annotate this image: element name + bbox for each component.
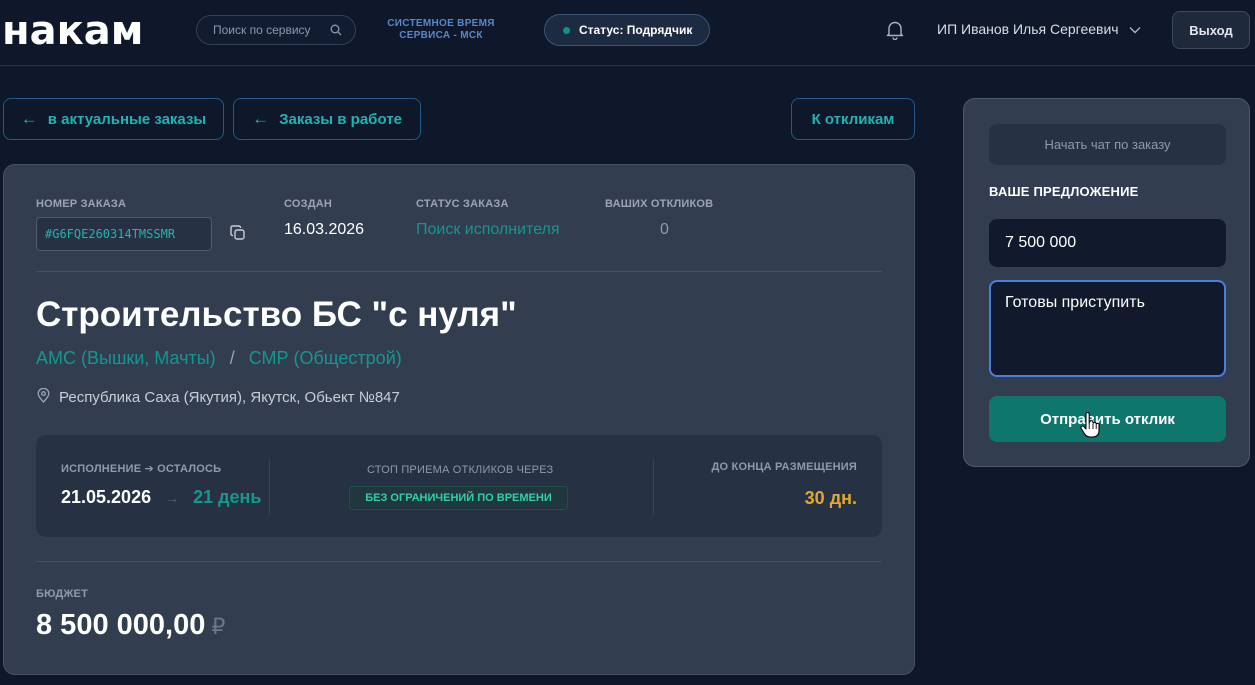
copy-icon[interactable] <box>230 225 246 241</box>
submit-response-button[interactable]: Отправить отклик <box>989 396 1226 442</box>
category-separator: / <box>229 348 235 368</box>
to-responses-button[interactable]: К откликам <box>791 98 915 140</box>
column-divider <box>269 459 270 515</box>
placement-label: ДО КОНЦА РАЗМЕЩЕНИЯ <box>711 461 857 473</box>
search-icon[interactable] <box>329 23 343 37</box>
remaining-days: 21 день <box>193 487 262 507</box>
arrow-left-icon: ← <box>252 109 270 128</box>
back-to-actual-orders-label: в актуальные заказы <box>47 110 207 128</box>
divider <box>36 561 882 562</box>
currency-sign: ₽ <box>211 614 226 639</box>
location-text: Республика Саха (Якутия), Якутск, Обьект… <box>59 389 400 406</box>
header: накам СИСТЕМНОЕ ВРЕМЯ СЕРВИСА - МСК Стат… <box>0 0 1255 66</box>
price-input[interactable] <box>989 219 1226 267</box>
start-chat-button[interactable]: Начать чат по заказу <box>989 124 1226 165</box>
orders-in-work-button[interactable]: ← Заказы в работе <box>233 98 421 140</box>
arrow-left-icon: ← <box>20 109 38 128</box>
budget-label: БЮДЖЕТ <box>36 588 89 600</box>
bell-icon[interactable] <box>884 19 906 41</box>
comment-textarea[interactable]: Готовы приступить <box>989 280 1226 377</box>
created-date: 16.03.2026 <box>284 221 365 238</box>
stop-badge: БЕЗ ОГРАНИЧЕНИЙ ПО ВРЕМЕНИ <box>349 486 568 510</box>
execution-label: ИСПОЛНЕНИЕ ➔ ОСТАЛОСЬ <box>61 463 222 475</box>
chevron-down-icon <box>1129 21 1141 37</box>
category-ams[interactable]: АМС (Вышки, Мачты) <box>36 348 216 369</box>
category-smr[interactable]: СМР (Общестрой) <box>249 348 402 369</box>
order-number-label: НОМЕР ЗАКАЗА <box>36 198 127 210</box>
offer-label: ВАШЕ ПРЕДЛОЖЕНИЕ <box>989 184 1139 199</box>
order-card: НОМЕР ЗАКАЗА #G6FQE260314TMSSMR СОЗДАН 1… <box>3 164 915 675</box>
arrow-right-icon: → <box>165 489 180 506</box>
system-time-line1: СИСТЕМНОЕ ВРЕМЯ <box>387 18 495 29</box>
back-to-actual-orders-button[interactable]: ← в актуальные заказы <box>3 98 224 140</box>
hand-cursor-icon <box>1080 411 1100 438</box>
status-pill[interactable]: Статус: Подрядчик <box>544 14 710 46</box>
order-number[interactable]: #G6FQE260314TMSSMR <box>36 217 212 251</box>
logout-button[interactable]: Выход <box>1172 11 1250 49</box>
user-name: ИП Иванов Илья Сергеевич <box>937 21 1119 37</box>
location-pin-icon <box>37 387 50 407</box>
system-time-line2: СЕРВИСА - МСК <box>399 30 483 41</box>
column-divider <box>653 459 654 515</box>
offer-panel: Начать чат по заказу ВАШЕ ПРЕДЛОЖЕНИЕ Го… <box>963 98 1250 467</box>
placement-value: 30 дн. <box>804 488 857 508</box>
user-menu[interactable]: ИП Иванов Илья Сергеевич <box>937 21 1141 37</box>
logo[interactable]: накам <box>2 8 143 54</box>
divider <box>36 271 882 272</box>
location: Республика Саха (Якутия), Якутск, Обьект… <box>37 387 400 407</box>
timeline-panel: ИСПОЛНЕНИЕ ➔ ОСТАЛОСЬ 21.05.2026 → 21 де… <box>36 435 882 537</box>
execution-date: 21.05.2026 <box>61 487 152 507</box>
search-input[interactable] <box>213 23 329 37</box>
responses-label: ВАШИХ ОТКЛИКОВ <box>605 198 714 210</box>
responses-count: 0 <box>660 221 669 238</box>
categories: АМС (Вышки, Мачты) / СМР (Общестрой) <box>36 348 402 369</box>
to-responses-label: К откликам <box>811 110 895 128</box>
execution-row: 21.05.2026 → 21 день <box>61 487 262 508</box>
system-time-label: СИСТЕМНОЕ ВРЕМЯ СЕРВИСА - МСК <box>374 18 508 42</box>
created-label: СОЗДАН <box>284 198 333 210</box>
order-title: Строительство БС "с нуля" <box>36 295 517 334</box>
budget-value: 8 500 000,00 <box>36 609 206 641</box>
search-box[interactable] <box>196 15 356 45</box>
order-status: Поиск исполнителя <box>416 221 560 238</box>
stop-label: СТОП ПРИЕМА ОТКЛИКОВ ЧЕРЕЗ <box>367 464 554 476</box>
orders-in-work-label: Заказы в работе <box>279 110 402 128</box>
budget: 8 500 000,00 ₽ <box>36 609 225 642</box>
status-label: Статус: Подрядчик <box>579 23 693 37</box>
order-status-label: СТАТУС ЗАКАЗА <box>416 198 509 210</box>
status-dot-icon <box>563 26 570 34</box>
